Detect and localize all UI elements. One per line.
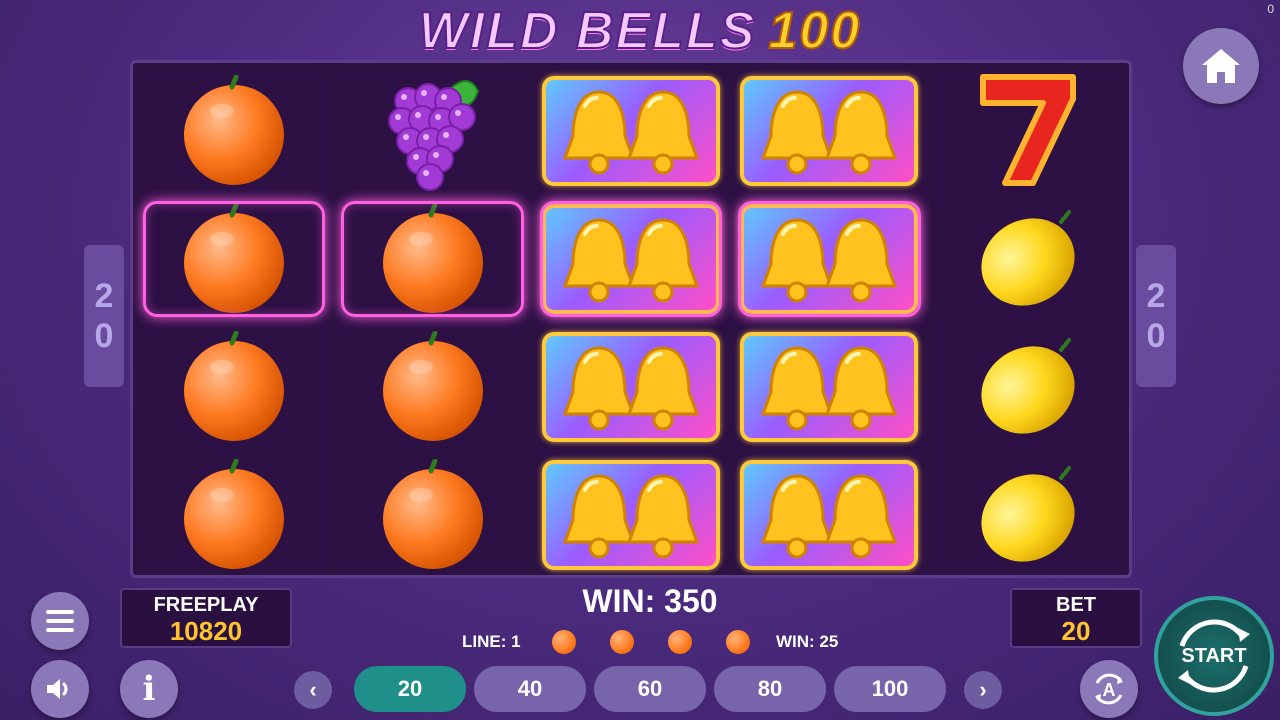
- bet-option-80[interactable]: 80: [714, 666, 826, 712]
- chevron-left-icon: ‹: [309, 677, 317, 702]
- line-symbol-orange: [668, 630, 692, 654]
- reels-grid: [130, 60, 1132, 578]
- bells-symbol: [534, 323, 728, 451]
- start-label: START: [1181, 644, 1247, 667]
- line-label: LINE: 1: [462, 632, 521, 651]
- orange-symbol: [137, 195, 331, 323]
- line-symbol-orange: [610, 630, 634, 654]
- bet-option-60[interactable]: 60: [594, 666, 706, 712]
- orange-symbol: [335, 195, 529, 323]
- bells-symbol: [534, 451, 728, 579]
- bells-symbol: [732, 323, 926, 451]
- bet-value: 20: [1061, 616, 1091, 646]
- freeplay-value: 10820: [169, 616, 243, 646]
- win-total: WIN: 350: [582, 583, 718, 619]
- game-title-text: WILD BELLS: [418, 1, 757, 61]
- bet-next-button[interactable]: ›: [964, 671, 1002, 709]
- line-symbol-orange: [552, 630, 576, 654]
- bet-option-100[interactable]: 100: [834, 666, 946, 712]
- svg-text:A: A: [1103, 680, 1116, 700]
- bet-label: BET: [1056, 594, 1096, 616]
- sound-button[interactable]: [31, 660, 89, 718]
- sound-icon: [47, 679, 68, 699]
- start-button[interactable]: START: [1154, 596, 1274, 716]
- line-win-label: WIN: 25: [776, 632, 839, 651]
- orange-symbol: [137, 451, 331, 579]
- bells-symbol: [732, 195, 926, 323]
- reel-column: [137, 67, 332, 571]
- corner-counter: 0: [1267, 2, 1274, 16]
- lemon-symbol: [931, 323, 1125, 451]
- home-icon: [1202, 49, 1240, 83]
- orange-symbol: [137, 67, 331, 195]
- paylines-digit: 0: [94, 317, 114, 355]
- bells-symbol: [534, 195, 728, 323]
- bet-option-40[interactable]: 40: [474, 666, 586, 712]
- bells-symbol: [732, 451, 926, 579]
- reel-column: [335, 67, 530, 571]
- orange-symbol: [137, 323, 331, 451]
- orange-symbol: [335, 323, 529, 451]
- reel-column: [732, 67, 927, 571]
- chevron-right-icon: ›: [979, 677, 987, 702]
- paylines-digit: 2: [1146, 277, 1166, 315]
- menu-icon: [46, 610, 74, 632]
- paylines-digit: 0: [1146, 317, 1166, 355]
- autoplay-icon: A: [1095, 673, 1123, 705]
- autoplay-button[interactable]: A: [1080, 660, 1138, 718]
- freeplay-balance: FREEPLAY 10820: [120, 588, 292, 648]
- line-win-info: LINE: 1 WIN: 25: [462, 630, 882, 654]
- info-button[interactable]: i: [120, 660, 178, 718]
- seven-symbol: [931, 67, 1125, 195]
- bet-option-20[interactable]: 20: [354, 666, 466, 712]
- orange-symbol: [335, 451, 529, 579]
- game-title: WILD BELLS 100: [340, 1, 940, 61]
- info-icon: i: [142, 669, 156, 709]
- lemon-symbol: [931, 451, 1125, 579]
- game-title-number: 100: [767, 1, 862, 61]
- bet-selector: ‹ › 20 40 60 80 100: [294, 666, 1006, 712]
- reel-column: [930, 67, 1126, 571]
- paylines-digit: 2: [94, 277, 114, 315]
- bet-prev-button[interactable]: ‹: [294, 671, 332, 709]
- home-button[interactable]: [1183, 28, 1259, 104]
- bells-symbol: [732, 67, 926, 195]
- bells-symbol: [534, 67, 728, 195]
- grapes-symbol: [335, 67, 529, 195]
- lemon-symbol: [931, 195, 1125, 323]
- bet-display: BET 20: [1010, 588, 1142, 648]
- menu-button[interactable]: [31, 592, 89, 650]
- freeplay-label: FREEPLAY: [153, 594, 259, 616]
- reel-column: [533, 67, 729, 571]
- paylines-indicator-left: 2 0: [84, 245, 124, 387]
- line-symbol-orange: [726, 630, 750, 654]
- paylines-indicator-right: 2 0: [1136, 245, 1176, 387]
